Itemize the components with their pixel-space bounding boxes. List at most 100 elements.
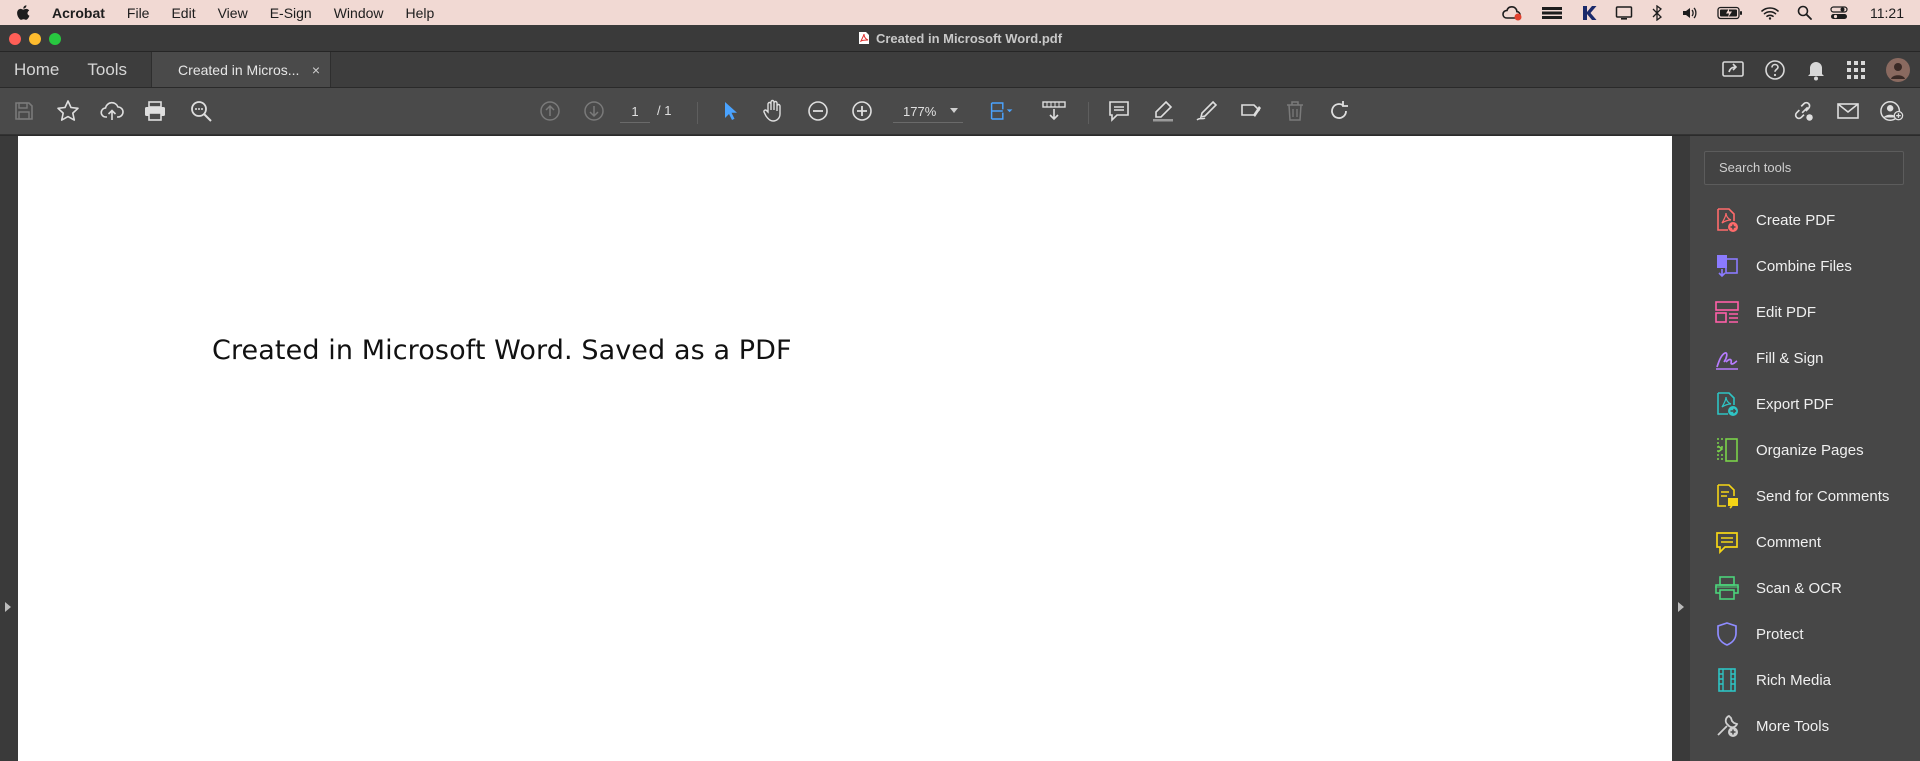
status-area: 11:21 — [1501, 4, 1904, 21]
menu-edit[interactable]: Edit — [171, 5, 195, 21]
document-page[interactable]: Created in Microsoft Word. Saved as a PD… — [18, 136, 1672, 761]
comment-icon — [1714, 529, 1740, 555]
page-number-input[interactable]: 1 — [620, 101, 650, 123]
help-icon[interactable] — [1764, 59, 1786, 81]
main-toolbar: 1 / 1 177% — [0, 88, 1920, 135]
bluetooth-icon[interactable] — [1651, 4, 1663, 21]
bookmark-star-icon[interactable] — [56, 99, 80, 123]
window-minimize-button[interactable] — [29, 33, 41, 45]
control-center-icon[interactable] — [1830, 5, 1848, 20]
tool-protect[interactable]: Protect — [1704, 611, 1906, 657]
hand-tool-icon[interactable] — [761, 99, 785, 123]
zoom-dropdown-caret-icon[interactable] — [950, 108, 958, 113]
menu-file[interactable]: File — [127, 5, 150, 21]
protect-icon — [1714, 621, 1740, 647]
combine-files-icon — [1714, 253, 1740, 279]
tool-combine-files[interactable]: Combine Files — [1704, 243, 1906, 289]
upload-cloud-icon[interactable] — [100, 99, 124, 123]
email-icon[interactable] — [1836, 99, 1860, 123]
find-search-icon[interactable] — [189, 99, 213, 123]
apple-menu-icon[interactable] — [16, 4, 44, 22]
tool-label: Export PDF — [1756, 395, 1834, 413]
k-app-icon[interactable] — [1581, 5, 1597, 21]
volume-icon[interactable] — [1681, 5, 1699, 21]
tool-more-tools[interactable]: More Tools — [1704, 703, 1906, 749]
creative-cloud-icon[interactable] — [1501, 5, 1523, 21]
tool-label: Create PDF — [1756, 211, 1836, 229]
user-avatar[interactable] — [1886, 57, 1910, 82]
spotlight-search-icon[interactable] — [1797, 5, 1812, 20]
menu-help[interactable]: Help — [406, 5, 435, 21]
scan-ocr-icon — [1714, 575, 1740, 601]
add-comment-icon[interactable] — [1107, 99, 1131, 123]
window-title-bar: Created in Microsoft Word.pdf — [0, 25, 1920, 52]
tool-label: More Tools — [1756, 717, 1830, 735]
menu-window[interactable]: Window — [334, 5, 384, 21]
fill-sign-pen-icon[interactable] — [1239, 99, 1263, 123]
tool-label: Send for Comments — [1756, 487, 1890, 505]
toolbar-divider — [1088, 102, 1089, 124]
notifications-bell-icon[interactable] — [1806, 59, 1826, 81]
tab-tools[interactable]: Tools — [73, 52, 141, 87]
print-icon[interactable] — [143, 99, 167, 123]
menu-esign[interactable]: E-Sign — [270, 5, 312, 21]
menubar-clock[interactable]: 11:21 — [1870, 5, 1904, 21]
draw-pen-icon[interactable] — [1195, 99, 1219, 123]
zoom-out-icon[interactable] — [806, 99, 830, 123]
tabbar-right-icons — [1722, 52, 1920, 87]
window-title: Created in Microsoft Word.pdf — [858, 31, 1062, 46]
create-pdf-icon — [1714, 207, 1740, 233]
expand-left-panel-icon[interactable] — [5, 602, 11, 612]
battery-icon[interactable] — [1717, 6, 1743, 20]
share-screen-icon[interactable] — [1722, 60, 1744, 80]
tab-close-button[interactable]: × — [312, 62, 320, 78]
toolbar-extra-icon[interactable] — [1541, 6, 1563, 20]
save-icon[interactable] — [12, 99, 36, 123]
menu-app-name[interactable]: Acrobat — [52, 5, 105, 21]
tool-create-pdf[interactable]: Create PDF — [1704, 197, 1906, 243]
wifi-icon[interactable] — [1761, 6, 1779, 20]
tool-organize-pages[interactable]: Organize Pages — [1704, 427, 1906, 473]
macos-menu-bar: Acrobat File Edit View E-Sign Window Hel… — [0, 0, 1920, 25]
rich-media-icon — [1714, 667, 1740, 693]
tool-label: Edit PDF — [1756, 303, 1817, 321]
tool-rich-media[interactable]: Rich Media — [1704, 657, 1906, 703]
window-zoom-button[interactable] — [49, 33, 61, 45]
apps-grid-icon[interactable] — [1846, 60, 1866, 80]
window-close-button[interactable] — [9, 33, 21, 45]
select-arrow-icon[interactable] — [718, 99, 742, 123]
search-tools-input[interactable]: Search tools — [1704, 151, 1904, 185]
zoom-in-icon[interactable] — [850, 99, 874, 123]
tool-fill-sign[interactable]: Fill & Sign — [1704, 335, 1906, 381]
send-for-comments-icon — [1714, 483, 1740, 509]
share-link-icon[interactable] — [1792, 99, 1816, 123]
tool-edit-pdf[interactable]: Edit PDF — [1704, 289, 1906, 335]
display-icon[interactable] — [1615, 5, 1633, 21]
workspace: Created in Microsoft Word. Saved as a PD… — [0, 136, 1920, 761]
window-controls — [9, 33, 61, 45]
fit-page-icon[interactable] — [990, 99, 1014, 123]
next-page-icon[interactable] — [582, 99, 606, 123]
organize-pages-icon — [1714, 437, 1740, 463]
menu-view[interactable]: View — [218, 5, 248, 21]
highlight-icon[interactable] — [1151, 99, 1175, 123]
tool-label: Protect — [1756, 625, 1804, 643]
tab-home[interactable]: Home — [0, 52, 73, 87]
rotate-icon[interactable] — [1327, 99, 1351, 123]
tool-label: Organize Pages — [1756, 441, 1864, 459]
scrolling-mode-icon[interactable] — [1042, 99, 1066, 123]
export-pdf-icon — [1714, 391, 1740, 417]
tab-document[interactable]: Created in Micros... × — [151, 52, 332, 87]
add-user-icon[interactable] — [1880, 99, 1904, 123]
tool-scan-ocr[interactable]: Scan & OCR — [1704, 565, 1906, 611]
tool-comment[interactable]: Comment — [1704, 519, 1906, 565]
previous-page-icon[interactable] — [538, 99, 562, 123]
more-tools-icon — [1714, 713, 1740, 739]
tool-export-pdf[interactable]: Export PDF — [1704, 381, 1906, 427]
collapse-tools-pane-icon[interactable] — [1678, 602, 1684, 612]
delete-trash-icon[interactable] — [1283, 99, 1307, 123]
tab-bar: Home Tools Created in Micros... × — [0, 52, 1920, 88]
right-panel-rail — [1672, 136, 1690, 761]
window-title-text: Created in Microsoft Word.pdf — [875, 30, 1063, 46]
tool-send-for-comments[interactable]: Send for Comments — [1704, 473, 1906, 519]
